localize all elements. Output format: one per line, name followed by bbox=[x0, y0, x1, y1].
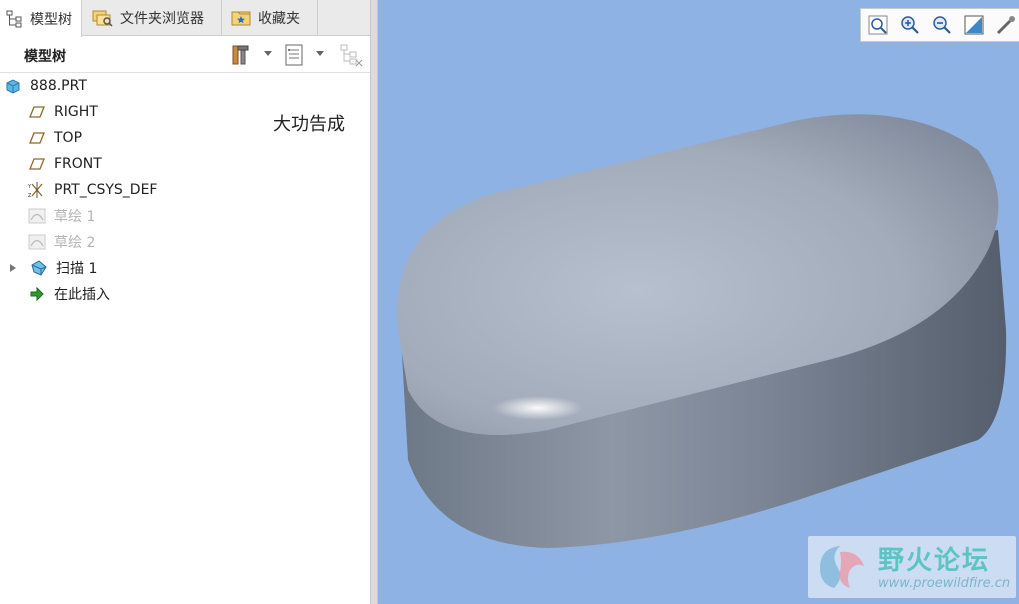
tree-item-right[interactable]: RIGHT bbox=[28, 100, 98, 124]
tab-label: 文件夹浏览器 bbox=[120, 11, 204, 27]
tree-item-label: 在此插入 bbox=[54, 287, 110, 303]
svg-text:Y: Y bbox=[28, 184, 32, 190]
spin-center-icon[interactable] bbox=[995, 14, 1017, 36]
tree-item-csys[interactable]: Y Z PRT_CSYS_DEF bbox=[28, 178, 157, 202]
favorites-icon bbox=[231, 11, 251, 26]
zoom-out-icon[interactable] bbox=[931, 14, 953, 36]
forum-logo-icon bbox=[820, 546, 864, 588]
chevron-down-icon[interactable] bbox=[316, 51, 324, 56]
chevron-down-icon[interactable] bbox=[264, 51, 272, 56]
tree-item-front[interactable]: FRONT bbox=[28, 152, 102, 176]
tab-model-tree[interactable]: 模型树 bbox=[0, 0, 82, 37]
tree-root[interactable]: 888.PRT bbox=[4, 74, 87, 98]
insert-here-icon bbox=[30, 286, 44, 302]
panel-splitter[interactable] bbox=[370, 0, 378, 604]
show-list-icon[interactable] bbox=[282, 42, 308, 68]
tree-item-label: TOP bbox=[54, 130, 83, 146]
model-highlight bbox=[493, 396, 583, 420]
part-icon bbox=[6, 79, 20, 94]
view-toolbar bbox=[860, 8, 1019, 42]
tree-title: 模型树 bbox=[24, 49, 66, 65]
refit-icon[interactable] bbox=[867, 14, 889, 36]
tree-item-label: 草绘 2 bbox=[54, 235, 96, 251]
tab-favorites[interactable]: 收藏夹 bbox=[224, 0, 318, 36]
tree-item-label: RIGHT bbox=[54, 104, 98, 120]
tree-item-label: PRT_CSYS_DEF bbox=[54, 182, 158, 198]
coordinate-system-icon: Y Z bbox=[28, 182, 43, 199]
tab-label: 模型树 bbox=[30, 11, 72, 28]
model-3d-view bbox=[397, 114, 1007, 548]
repaint-icon[interactable] bbox=[963, 14, 985, 36]
tree-toolbar: 模型树 bbox=[0, 37, 370, 73]
tree-item-sketch-1[interactable]: 草绘 1 bbox=[28, 204, 95, 228]
tree-item-sketch-2[interactable]: 草绘 2 bbox=[28, 230, 95, 254]
datum-plane-icon bbox=[29, 132, 45, 144]
model-tree-icon bbox=[6, 10, 22, 27]
tree-item-label: 草绘 1 bbox=[54, 209, 96, 225]
annotation-text: 大功告成 bbox=[273, 114, 345, 135]
tree-item-label: 扫描 1 bbox=[56, 261, 98, 277]
forum-url: www.proewildfire.cn bbox=[878, 576, 1011, 591]
datum-plane-icon bbox=[29, 106, 45, 118]
graphics-viewport[interactable]: 野火论坛 www.proewildfire.cn bbox=[378, 0, 1019, 604]
svg-text:Z: Z bbox=[28, 193, 32, 199]
forum-watermark: 野火论坛 www.proewildfire.cn bbox=[808, 536, 1016, 598]
sketch-icon bbox=[28, 234, 46, 250]
tree-item-top[interactable]: TOP bbox=[28, 126, 82, 150]
tree-filter-icon[interactable] bbox=[338, 42, 364, 68]
navigator-tabs: 模型树 文件夹浏览器 收藏夹 bbox=[0, 0, 370, 37]
tree-item-insert-here[interactable]: 在此插入 bbox=[28, 282, 110, 306]
folder-browser-icon bbox=[92, 10, 113, 27]
tree-item-label: FRONT bbox=[54, 156, 102, 172]
model-tree-panel: 模型树 文件夹浏览器 收藏夹 模型树 888.PRT RIGHT TOP FRO… bbox=[0, 0, 376, 604]
datum-plane-icon bbox=[29, 158, 45, 170]
sweep-icon bbox=[31, 260, 47, 276]
expand-arrow-icon[interactable] bbox=[8, 259, 18, 277]
tree-item-sweep-1[interactable]: 扫描 1 bbox=[8, 256, 97, 280]
tree-root-label: 888.PRT bbox=[30, 78, 87, 94]
tab-label: 收藏夹 bbox=[258, 11, 300, 27]
forum-name: 野火论坛 bbox=[878, 546, 991, 576]
settings-tools-icon[interactable] bbox=[230, 42, 256, 68]
zoom-in-icon[interactable] bbox=[899, 14, 921, 36]
tab-folder-browser[interactable]: 文件夹浏览器 bbox=[86, 0, 222, 36]
sketch-icon bbox=[28, 208, 46, 224]
